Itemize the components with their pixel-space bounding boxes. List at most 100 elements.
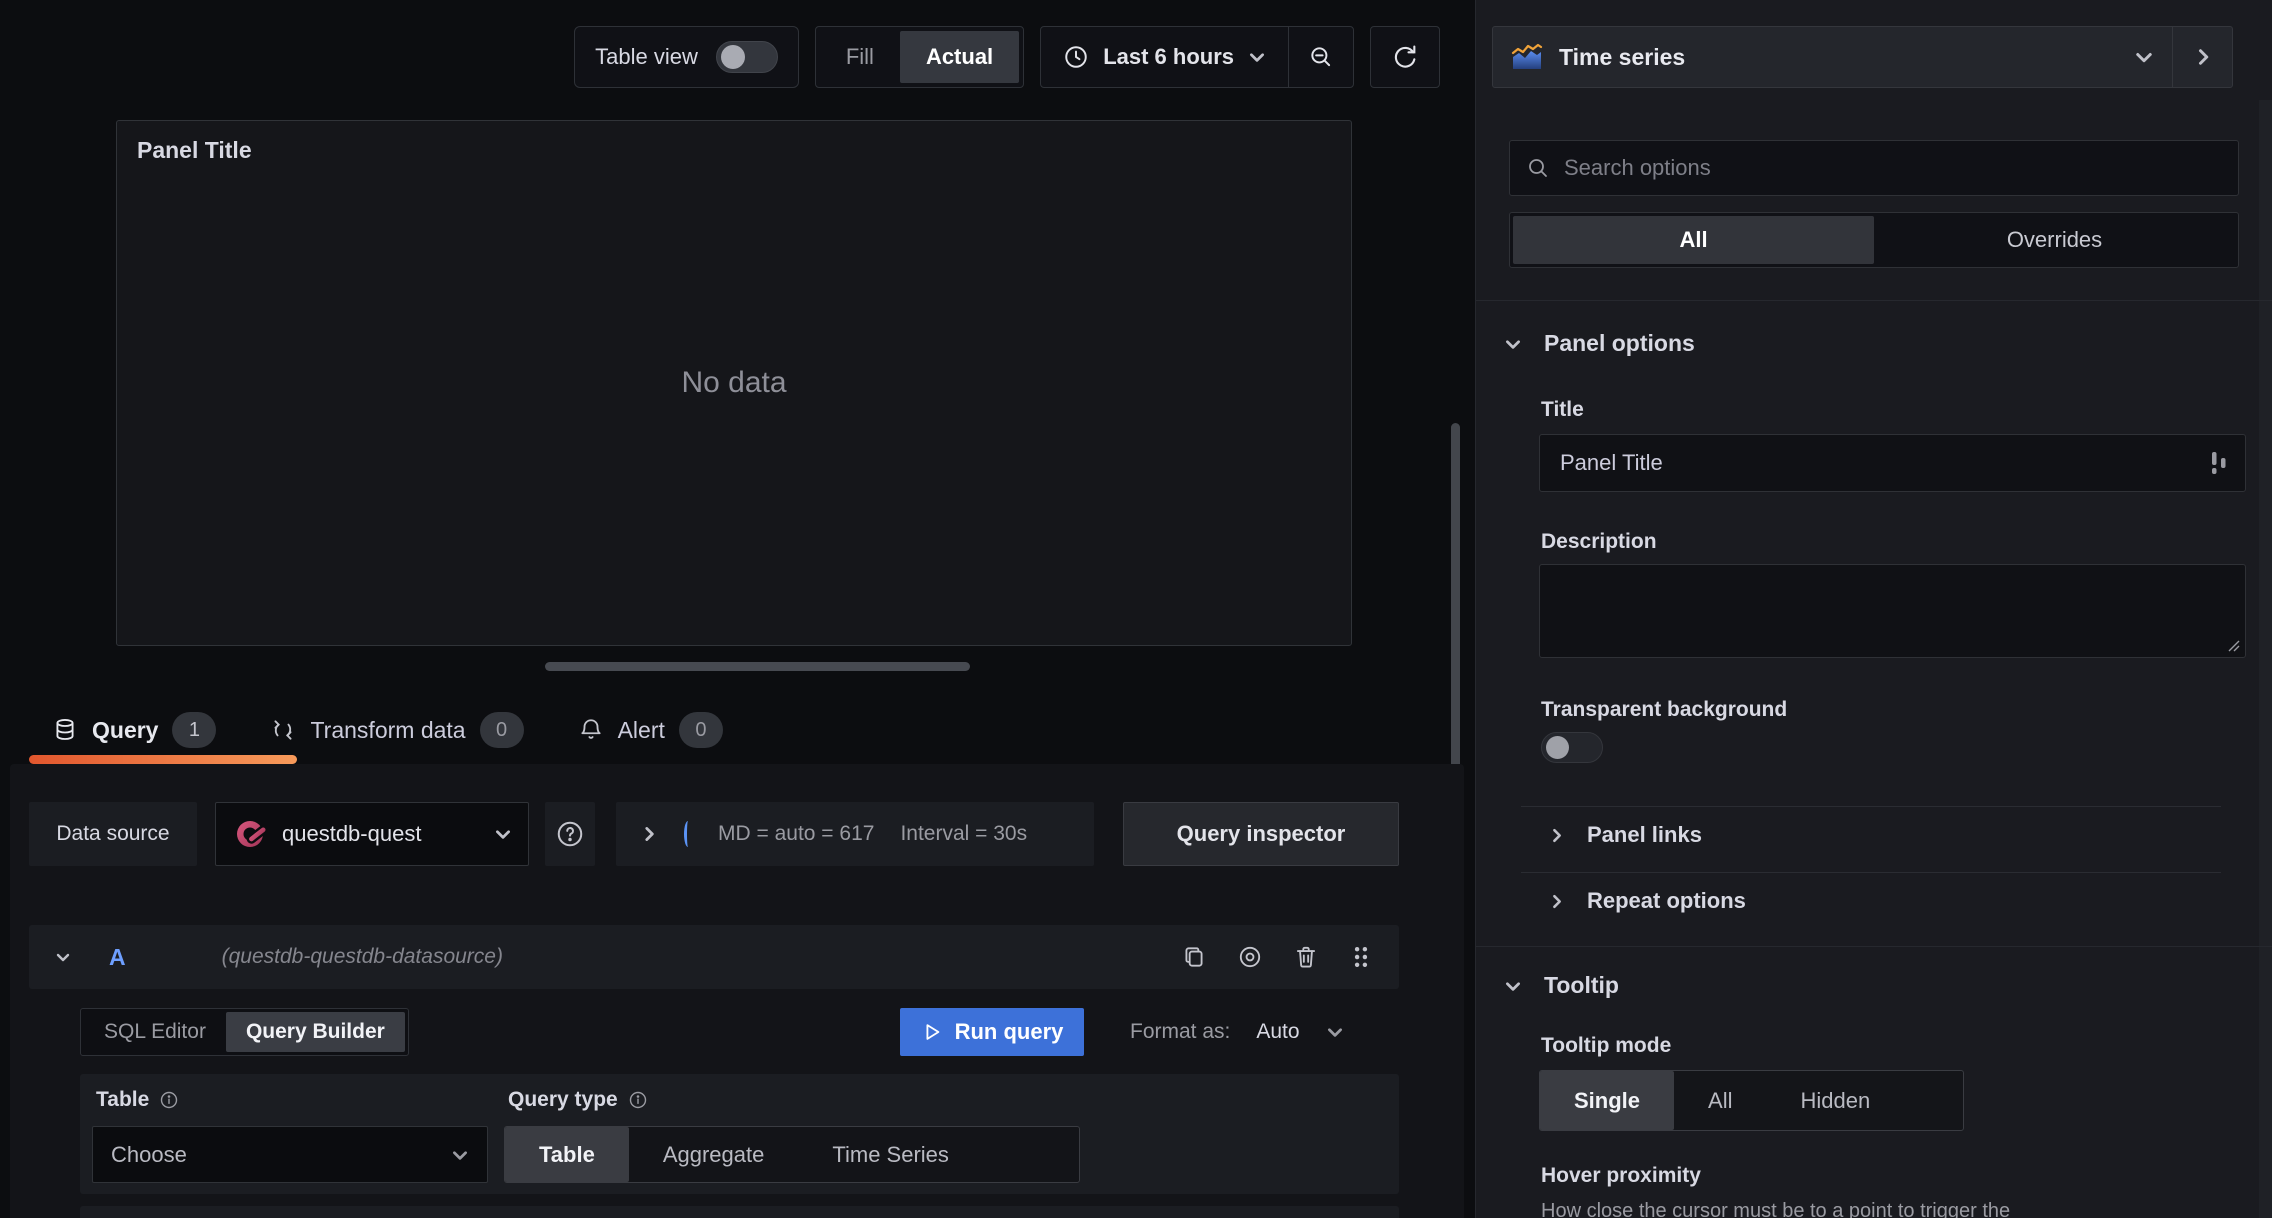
table-view-toggle-group: Table view bbox=[574, 26, 799, 88]
editor-tabs: Query 1 Transform data 0 Alert 0 bbox=[52, 700, 723, 760]
repeat-options-section[interactable]: Repeat options bbox=[1548, 888, 1746, 914]
cursor-mark bbox=[684, 821, 692, 847]
tooltip-title: Tooltip bbox=[1544, 972, 1619, 998]
query-row-actions bbox=[1181, 944, 1373, 970]
panel-links-section[interactable]: Panel links bbox=[1548, 822, 1702, 848]
divider bbox=[1521, 806, 2221, 807]
sidebar-scrollbar[interactable] bbox=[2259, 100, 2272, 1218]
info-icon bbox=[161, 1091, 178, 1109]
sql-editor-mode[interactable]: SQL Editor bbox=[84, 1012, 226, 1052]
info-icon bbox=[629, 1091, 646, 1109]
transparent-background-switch[interactable] bbox=[1541, 732, 1603, 763]
questdb-logo-icon bbox=[237, 821, 268, 847]
switch-knob-icon bbox=[1546, 736, 1569, 759]
options-tab-overrides[interactable]: Overrides bbox=[1874, 216, 2235, 264]
tab-transform-label: Transform data bbox=[310, 716, 466, 743]
display-mode-group: Fill Actual bbox=[814, 26, 1025, 88]
switch-knob-icon bbox=[720, 45, 745, 69]
visualization-picker: Time series bbox=[1492, 26, 2233, 88]
table-select[interactable]: Choose bbox=[92, 1126, 488, 1183]
panel-resize-handle[interactable] bbox=[545, 662, 970, 671]
zoom-out-button[interactable] bbox=[1289, 27, 1353, 87]
collapse-chevron-icon[interactable] bbox=[55, 949, 71, 965]
tab-transform-count: 0 bbox=[479, 712, 524, 748]
tab-transform-data[interactable]: Transform data 0 bbox=[270, 712, 524, 748]
time-controls-group: Last 6 hours bbox=[1040, 26, 1354, 88]
chevron-right-icon bbox=[1553, 894, 1561, 908]
max-data-points: MD = auto = 617 bbox=[718, 822, 875, 845]
tab-query[interactable]: Query 1 bbox=[52, 712, 217, 748]
description-field[interactable] bbox=[1539, 564, 2246, 658]
refresh-icon bbox=[1394, 45, 1416, 68]
tooltip-mode-hidden[interactable]: Hidden bbox=[1766, 1071, 1904, 1130]
run-query-button[interactable]: Run query bbox=[900, 1008, 1084, 1056]
tab-query-count: 1 bbox=[172, 712, 217, 748]
query-inspector-button[interactable]: Query inspector bbox=[1123, 802, 1399, 866]
fill-option[interactable]: Fill bbox=[820, 31, 900, 83]
drag-handle-icon[interactable] bbox=[1349, 944, 1373, 970]
active-tab-indicator bbox=[29, 755, 297, 764]
datasource-help-button[interactable] bbox=[545, 802, 595, 866]
options-tab-all[interactable]: All bbox=[1513, 216, 1874, 264]
tooltip-mode-single[interactable]: Single bbox=[1540, 1071, 1675, 1130]
table-view-label: Table view bbox=[595, 44, 698, 69]
format-as-control[interactable]: Format as: Auto bbox=[1130, 1008, 1390, 1056]
time-series-chart-icon bbox=[1511, 43, 1543, 69]
tab-alert[interactable]: Alert 0 bbox=[578, 712, 723, 748]
query-options-row[interactable]: MD = auto = 617 Interval = 30s bbox=[616, 802, 1094, 866]
query-type-aggregate[interactable]: Aggregate bbox=[629, 1127, 799, 1182]
panel-options-header[interactable]: Panel options bbox=[1504, 330, 1695, 357]
query-type-table[interactable]: Table bbox=[505, 1127, 629, 1182]
options-sidebar: Time series All Overrides Panel options … bbox=[1475, 0, 2272, 1218]
editor-toolbar: Table view Fill Actual Last 6 hours bbox=[574, 26, 1440, 88]
chevron-right-icon bbox=[645, 827, 654, 841]
run-query-label: Run query bbox=[954, 1019, 1064, 1044]
options-filter-tabs: All Overrides bbox=[1509, 212, 2239, 268]
chevron-down-icon bbox=[2136, 53, 2152, 63]
chevron-down-icon bbox=[496, 830, 510, 839]
hide-response-eye-icon[interactable] bbox=[1237, 944, 1263, 970]
panel-links-label: Panel links bbox=[1587, 822, 1702, 847]
time-range-label: Last 6 hours bbox=[1103, 44, 1234, 69]
grafana-panel-editor: Table view Fill Actual Last 6 hours Pane… bbox=[0, 0, 2272, 1218]
query-datasource-hint: (questdb-questdb-datasource) bbox=[221, 945, 503, 968]
transform-icon bbox=[274, 720, 292, 740]
table-field-label: Table bbox=[96, 1088, 179, 1112]
query-builder-mode[interactable]: Query Builder bbox=[225, 1012, 405, 1052]
play-icon bbox=[926, 1024, 939, 1040]
query-row-header[interactable]: A (questdb-questdb-datasource) bbox=[29, 925, 1399, 989]
query-ref-letter: A bbox=[109, 943, 126, 970]
divider bbox=[1476, 300, 2272, 301]
table-label-text: Table bbox=[96, 1088, 150, 1111]
resize-handle-icon[interactable] bbox=[2225, 637, 2241, 653]
time-range-picker[interactable]: Last 6 hours bbox=[1041, 27, 1288, 87]
options-search-input[interactable] bbox=[1564, 155, 2222, 181]
query-type-time-series[interactable]: Time Series bbox=[798, 1127, 983, 1182]
description-field-label: Description bbox=[1541, 530, 1657, 553]
variable-suggestion-icon[interactable] bbox=[2209, 450, 2231, 476]
duplicate-query-icon[interactable] bbox=[1181, 944, 1207, 970]
hover-proximity-label: Hover proximity bbox=[1541, 1164, 1701, 1187]
tooltip-header[interactable]: Tooltip bbox=[1504, 972, 1619, 999]
actual-option[interactable]: Actual bbox=[899, 31, 1020, 83]
chevron-down-icon bbox=[1250, 53, 1264, 62]
delete-query-trash-icon[interactable] bbox=[1293, 944, 1319, 970]
datasource-picker[interactable]: questdb-quest bbox=[215, 802, 529, 866]
main-vertical-scrollbar[interactable] bbox=[1451, 423, 1460, 806]
interval: Interval = 30s bbox=[900, 822, 1028, 845]
refresh-button[interactable] bbox=[1370, 26, 1440, 88]
query-type-field-label: Query type bbox=[508, 1088, 648, 1112]
panel-title-input[interactable] bbox=[1540, 435, 2245, 491]
tooltip-mode-all[interactable]: All bbox=[1674, 1071, 1766, 1130]
chevron-down-icon bbox=[1506, 981, 1520, 991]
table-view-switch[interactable] bbox=[715, 41, 778, 73]
options-search[interactable] bbox=[1509, 140, 2239, 196]
visualization-select[interactable]: Time series bbox=[1493, 27, 2172, 87]
search-icon bbox=[1529, 159, 1547, 177]
tooltip-mode-label: Tooltip mode bbox=[1541, 1034, 1672, 1057]
hover-proximity-description: How close the cursor must be to a point … bbox=[1541, 1200, 2011, 1218]
collapse-options-pane-button[interactable] bbox=[2172, 27, 2232, 87]
table-select-value: Choose bbox=[111, 1141, 187, 1167]
zoom-out-icon bbox=[1311, 47, 1331, 67]
query-builder-form: Table Query type Choose Table Aggregate … bbox=[80, 1074, 1399, 1194]
